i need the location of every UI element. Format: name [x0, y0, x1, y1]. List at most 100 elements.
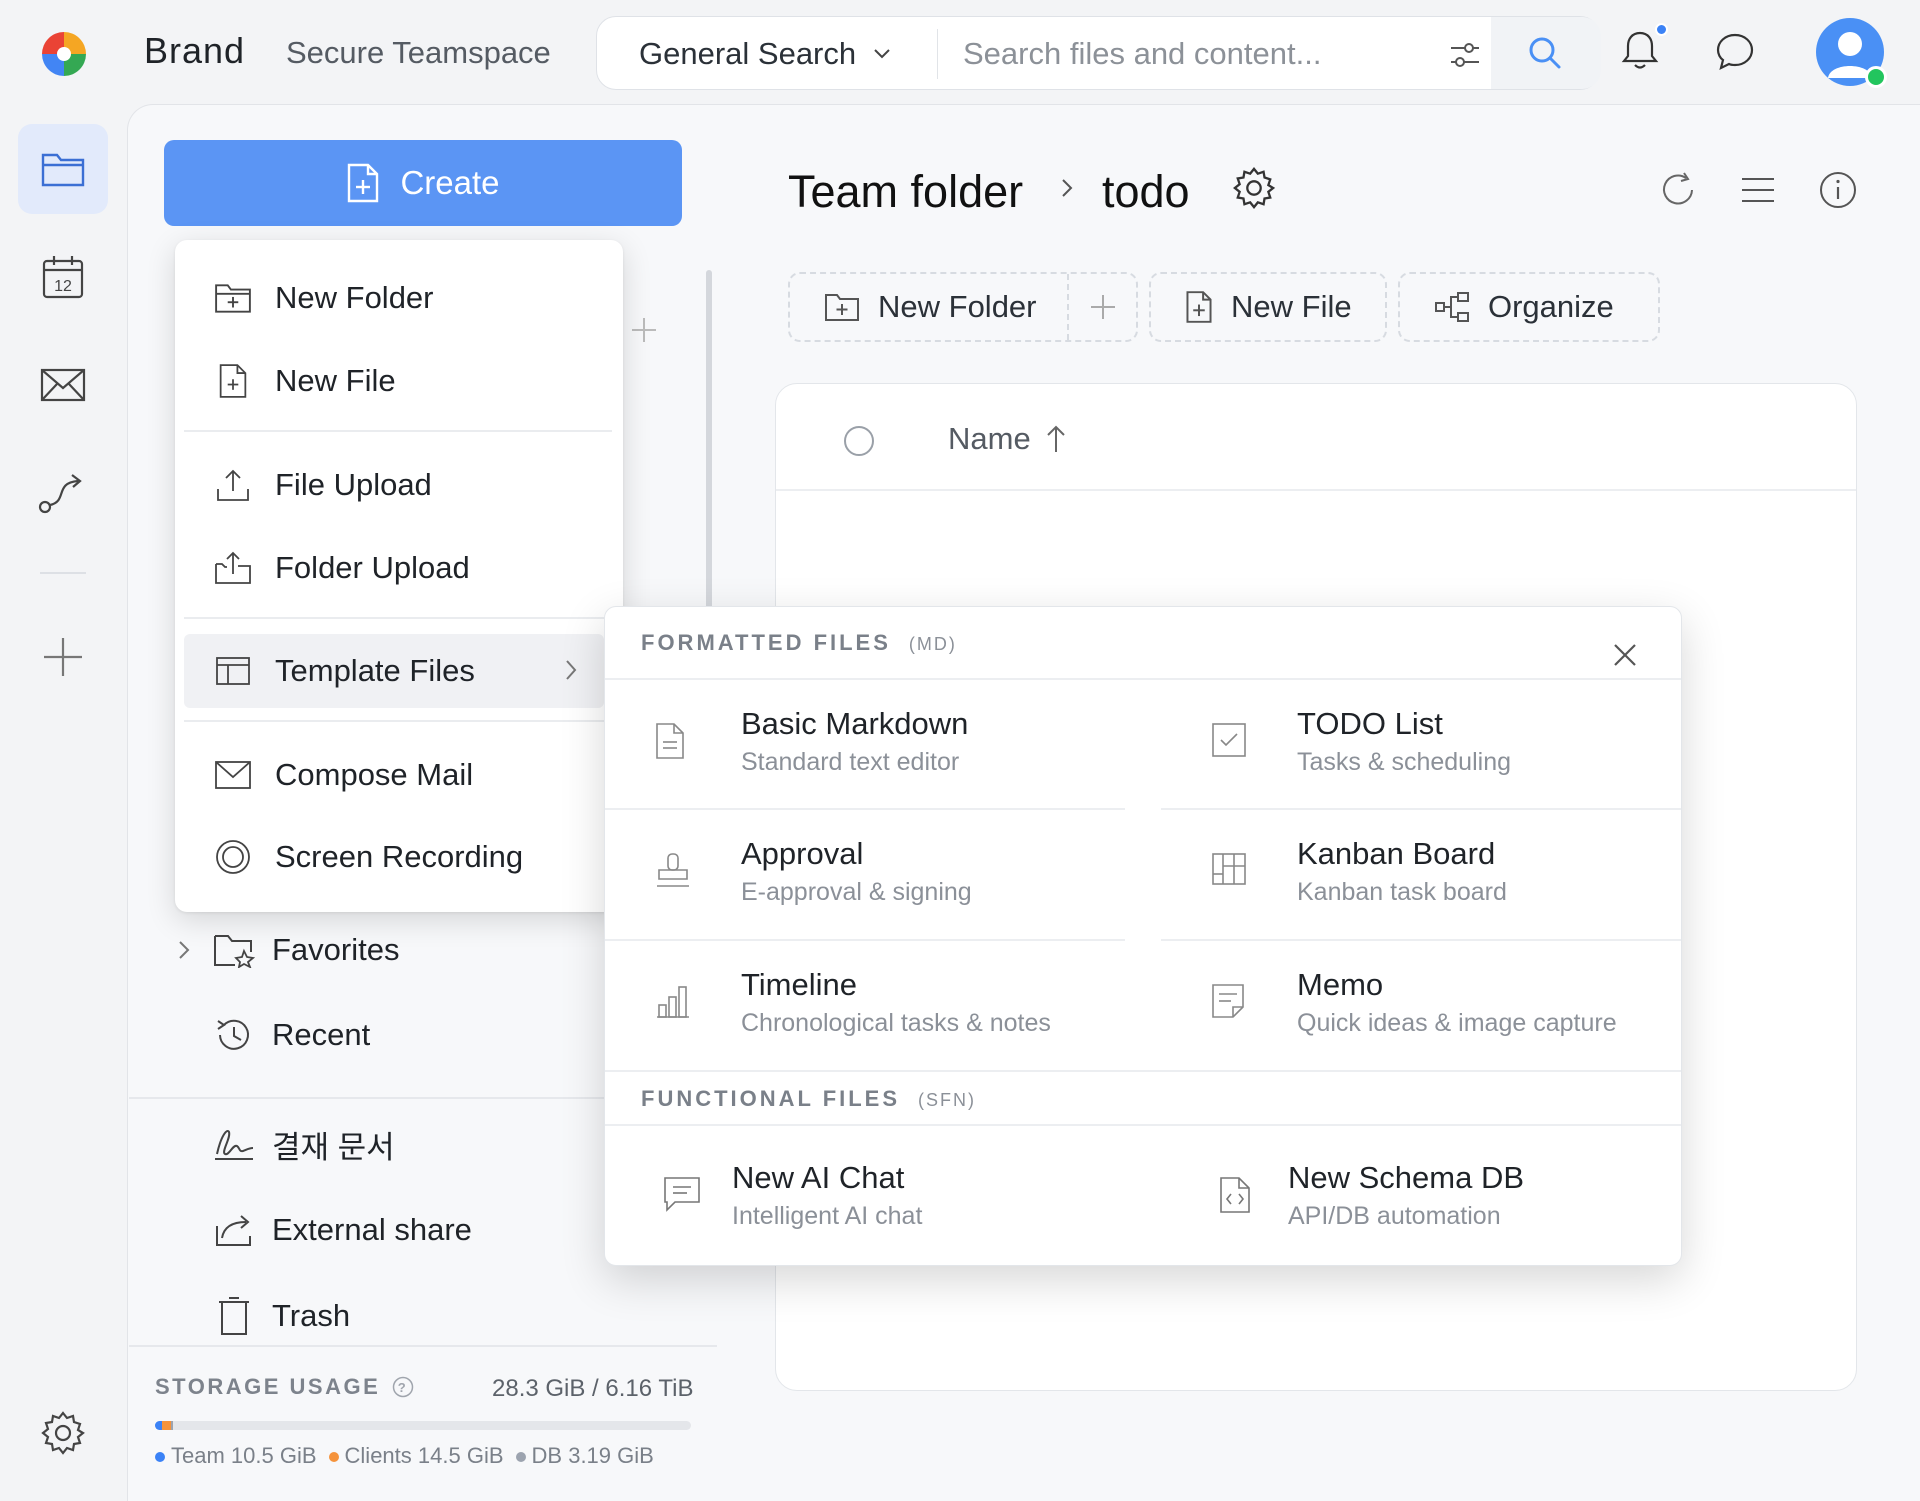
template-new-schema-db[interactable]: New Schema DB API/DB automation: [1161, 1134, 1681, 1262]
search-input[interactable]: [963, 31, 1423, 77]
breadcrumb-team-folder[interactable]: Team folder: [788, 166, 1023, 218]
template-timeline[interactable]: Timeline Chronological tasks & notes: [605, 941, 1125, 1069]
menu-item-label: Screen Recording: [275, 839, 524, 874]
template-subtitle: Kanban task board: [1297, 878, 1507, 906]
template-title: TODO List: [1297, 706, 1443, 741]
menu-item-folder-upload[interactable]: Folder Upload: [175, 531, 623, 605]
toolbar-organize-button[interactable]: Organize: [1398, 272, 1660, 342]
storage-usage-label: STORAGE USAGE ?: [155, 1374, 414, 1400]
chat-icon: [663, 1176, 701, 1212]
route-icon: [38, 471, 88, 515]
breadcrumb-chevron-icon: [1058, 175, 1076, 201]
menu-item-label: New File: [275, 363, 396, 398]
folder-settings-gear-icon[interactable]: [1232, 166, 1276, 210]
upload-icon: [211, 467, 255, 503]
formatted-files-heading: FORMATTED FILES (MD): [641, 630, 957, 655]
notifications-bell-icon[interactable]: [1618, 28, 1662, 72]
sidebar-item-favorites[interactable]: Favorites: [164, 920, 399, 980]
info-icon[interactable]: [1818, 170, 1858, 210]
mail-icon: [40, 367, 86, 403]
stamp-icon: [655, 852, 691, 890]
menu-item-template-files[interactable]: Template Files: [184, 634, 604, 708]
signature-icon: [204, 1126, 264, 1162]
menu-item-label: Folder Upload: [275, 550, 470, 585]
template-new-ai-chat[interactable]: New AI Chat Intelligent AI chat: [605, 1134, 1125, 1262]
toolbar-new-file-button[interactable]: New File: [1149, 272, 1387, 342]
template-subtitle: Quick ideas & image capture: [1297, 1009, 1617, 1037]
template-title: Memo: [1297, 967, 1384, 1002]
rail-files-button[interactable]: [18, 124, 108, 214]
checkbox-icon: [1211, 722, 1247, 758]
filter-sliders-icon[interactable]: [1443, 35, 1487, 75]
online-status-badge: [1865, 66, 1887, 88]
table-header-divider: [776, 489, 1856, 491]
menu-item-new-folder[interactable]: New Folder: [175, 261, 623, 335]
template-basic-markdown[interactable]: Basic Markdown Standard text editor: [605, 680, 1125, 808]
menu-item-screen-recording[interactable]: Screen Recording: [175, 820, 623, 894]
template-icon: [211, 656, 255, 686]
rail-divider: [40, 572, 86, 574]
rail-add-button[interactable]: [18, 612, 108, 702]
chevron-down-icon: [872, 47, 892, 61]
sidebar-item-recent[interactable]: Recent: [164, 1005, 370, 1065]
functional-files-heading: FUNCTIONAL FILES (SFN): [641, 1086, 977, 1111]
name-column-header[interactable]: Name: [948, 421, 1067, 457]
search-icon: [1527, 35, 1563, 71]
folder-upload-icon: [211, 550, 255, 586]
rail-workflow-button[interactable]: [18, 448, 108, 538]
svg-text:12: 12: [54, 278, 72, 295]
storage-bar-team: [155, 1421, 162, 1430]
template-kanban-board[interactable]: Kanban Board Kanban task board: [1161, 810, 1681, 938]
template-subtitle: E-approval & signing: [741, 878, 972, 906]
toolbar-new-folder-button[interactable]: New Folder: [788, 272, 1138, 342]
code-file-icon: [1219, 1176, 1251, 1214]
plus-icon: [42, 636, 84, 678]
toolbar-add-icon[interactable]: [1088, 292, 1118, 322]
menu-divider: [184, 430, 612, 432]
notification-badge: [1655, 23, 1668, 36]
help-icon[interactable]: ?: [392, 1376, 414, 1398]
list-view-icon[interactable]: [1740, 170, 1776, 210]
file-plus-icon: [346, 163, 380, 203]
folder-icon: [40, 149, 86, 189]
folder-plus-icon: [211, 282, 255, 314]
template-subtitle: Tasks & scheduling: [1297, 748, 1512, 776]
search-scope-dropdown[interactable]: General Search: [639, 36, 892, 72]
calendar-icon: 12: [41, 254, 85, 300]
template-title: Kanban Board: [1297, 836, 1496, 871]
menu-item-compose-mail[interactable]: Compose Mail: [175, 738, 623, 812]
menu-item-new-file[interactable]: New File: [175, 344, 623, 418]
sidebar-item-approval-docs[interactable]: 결재 문서: [164, 1114, 395, 1174]
refresh-icon[interactable]: [1658, 170, 1698, 210]
sidebar-item-label: 결재 문서: [272, 1129, 395, 1165]
search-bar: General Search: [596, 16, 1601, 90]
template-todo-list[interactable]: TODO List Tasks & scheduling: [1161, 680, 1681, 808]
rail-settings-button[interactable]: [18, 1388, 108, 1478]
sidebar-add-icon[interactable]: [630, 316, 658, 344]
sidebar-scrollbar[interactable]: [706, 270, 712, 610]
legend-db: DB 3.19 GiB: [515, 1443, 654, 1469]
chat-bubble-icon[interactable]: [1714, 30, 1756, 72]
template-memo[interactable]: Memo Quick ideas & image capture: [1161, 941, 1681, 1069]
document-icon: [655, 722, 685, 760]
rail-mail-button[interactable]: [18, 340, 108, 430]
file-plus-icon: [1185, 290, 1213, 324]
rail-calendar-button[interactable]: 12: [18, 232, 108, 322]
storage-usage-value: 28.3 GiB / 6.16 TiB: [492, 1375, 694, 1402]
menu-item-file-upload[interactable]: File Upload: [175, 448, 623, 522]
sidebar-item-trash[interactable]: Trash: [164, 1286, 350, 1346]
workspace-name[interactable]: Secure Teamspace: [286, 35, 551, 71]
menu-divider: [184, 617, 612, 619]
search-button[interactable]: [1491, 17, 1601, 89]
template-approval[interactable]: Approval E-approval & signing: [605, 810, 1125, 938]
sidebar-divider: [129, 1345, 717, 1347]
new-file-label: New File: [1231, 289, 1352, 324]
brand-logo-icon[interactable]: [38, 28, 90, 80]
folder-plus-icon: [824, 292, 860, 322]
create-button[interactable]: Create: [164, 140, 682, 226]
close-icon[interactable]: [1610, 640, 1640, 670]
sidebar-item-external-share[interactable]: External share: [164, 1200, 472, 1260]
menu-item-label: File Upload: [275, 467, 432, 502]
memo-icon: [1211, 983, 1245, 1019]
select-all-checkbox[interactable]: [844, 426, 874, 456]
